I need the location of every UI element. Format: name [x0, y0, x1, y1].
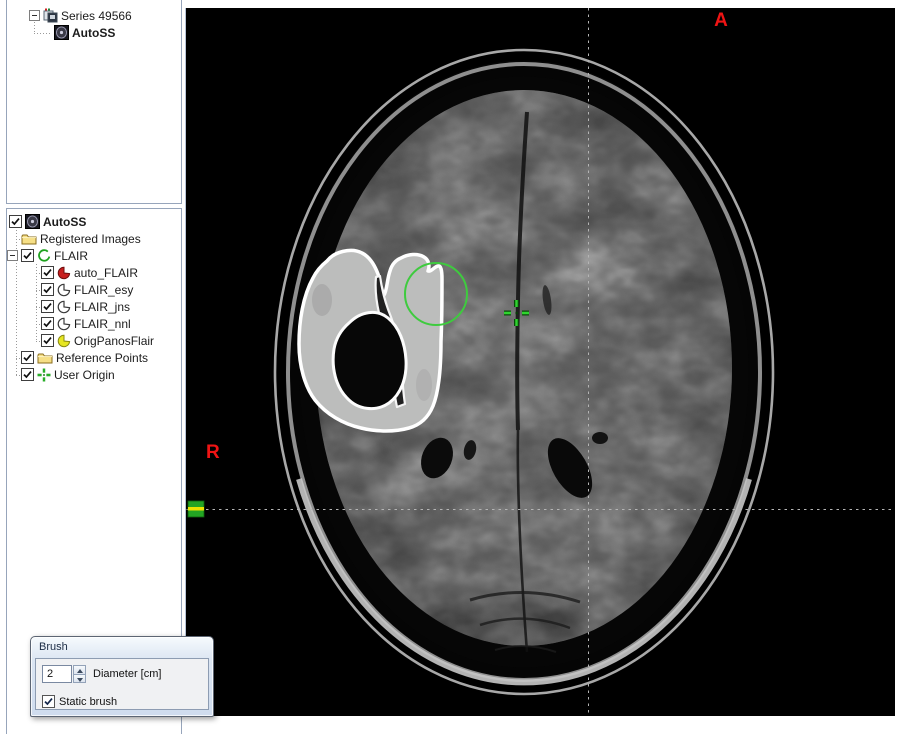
mri-axial-image[interactable]: A R: [186, 8, 895, 716]
series-icon: [43, 8, 58, 23]
spin-up-button[interactable]: [73, 665, 86, 675]
brush-dialog-titlebar[interactable]: Brush: [31, 637, 213, 657]
tree-item-label[interactable]: Series 49566: [61, 9, 132, 23]
checkbox-checked[interactable]: [41, 317, 54, 330]
tree-item-label[interactable]: FLAIR_jns: [74, 300, 130, 314]
tree-item-auto-flair[interactable]: auto_FLAIR: [41, 265, 138, 280]
static-brush-checkbox[interactable]: [42, 695, 55, 708]
spin-down-button[interactable]: [73, 675, 86, 684]
tree-item-flair-nnl[interactable]: FLAIR_nnl: [41, 316, 131, 331]
tree-item-label[interactable]: AutoSS: [72, 26, 115, 40]
blob-white-icon: [57, 283, 71, 297]
checkbox-checked[interactable]: [21, 249, 34, 262]
mri-axial-viewport[interactable]: A R: [185, 8, 895, 716]
tree-connector: [34, 22, 35, 33]
tree-item-label[interactable]: FLAIR: [54, 249, 88, 263]
tree-item-label[interactable]: FLAIR_nnl: [74, 317, 131, 331]
checkbox-checked[interactable]: [41, 283, 54, 296]
tree-item-user-origin[interactable]: User Origin: [21, 367, 115, 382]
tree-item-registered-images[interactable]: Registered Images: [21, 231, 141, 246]
blob-white-icon: [57, 300, 71, 314]
series-tree-panel: Series 49566 AutoSS: [6, 0, 182, 204]
application-window: Series 49566 AutoSS: [0, 0, 906, 734]
tree-item-flair-esy[interactable]: FLAIR_esy: [41, 282, 133, 297]
static-brush-label: Static brush: [59, 696, 117, 708]
checkbox-checked[interactable]: [41, 266, 54, 279]
tree-item-label[interactable]: auto_FLAIR: [74, 266, 138, 280]
checkbox-checked[interactable]: [41, 334, 54, 347]
origin-crosshair-icon: [37, 368, 51, 382]
lesion-cavity: [333, 312, 406, 408]
tree-item-autoss-series[interactable]: AutoSS: [51, 25, 115, 40]
checkbox-checked[interactable]: [41, 300, 54, 313]
tree-item-reference-points[interactable]: Reference Points: [21, 350, 148, 365]
tree-item-origpanosflair[interactable]: OrigPanosFlair: [41, 333, 154, 348]
checkbox-checked[interactable]: [21, 368, 34, 381]
diameter-stepper: [73, 665, 86, 683]
tree-item-autoss-root[interactable]: AutoSS: [9, 214, 86, 229]
folder-icon: [21, 232, 37, 246]
brush-dialog: Brush Diameter [cm] Static brush: [30, 636, 214, 717]
checkbox-checked[interactable]: [9, 215, 22, 228]
tree-item-label[interactable]: FLAIR_esy: [74, 283, 133, 297]
orientation-label-right: R: [206, 442, 220, 463]
tree-item-label[interactable]: Reference Points: [56, 351, 148, 365]
blob-yellow-icon: [57, 334, 71, 348]
blob-red-icon: [57, 266, 71, 280]
diameter-input[interactable]: [42, 665, 72, 683]
structure-set-icon: [25, 214, 40, 229]
tree-item-label[interactable]: Registered Images: [40, 232, 141, 246]
brush-dialog-body: Diameter [cm] Static brush: [35, 658, 209, 710]
tree-connector: [36, 264, 37, 342]
brush-dialog-title: Brush: [39, 641, 68, 653]
contour-ring-icon: [37, 249, 51, 263]
structure-set-icon: [54, 25, 69, 40]
collapse-minus-icon[interactable]: [7, 250, 18, 261]
blob-white-icon: [57, 317, 71, 331]
tree-connector: [34, 33, 50, 34]
checkbox-checked[interactable]: [21, 351, 34, 364]
tree-item-label[interactable]: User Origin: [54, 368, 115, 382]
tree-item-label[interactable]: OrigPanosFlair: [74, 334, 154, 348]
tree-item-flair[interactable]: FLAIR: [7, 248, 88, 263]
diameter-row: Diameter [cm]: [42, 665, 161, 683]
lesion-contour: [299, 250, 442, 431]
static-brush-row[interactable]: Static brush: [42, 695, 117, 708]
folder-icon: [37, 351, 53, 365]
collapse-minus-icon[interactable]: [29, 10, 40, 21]
diameter-label: Diameter [cm]: [93, 668, 161, 680]
tree-item-flair-jns[interactable]: FLAIR_jns: [41, 299, 130, 314]
slice-position-marker[interactable]: [188, 501, 204, 517]
tree-item-series[interactable]: Series 49566: [29, 8, 132, 23]
tree-item-label[interactable]: AutoSS: [43, 215, 86, 229]
orientation-label-anterior: A: [714, 10, 728, 31]
